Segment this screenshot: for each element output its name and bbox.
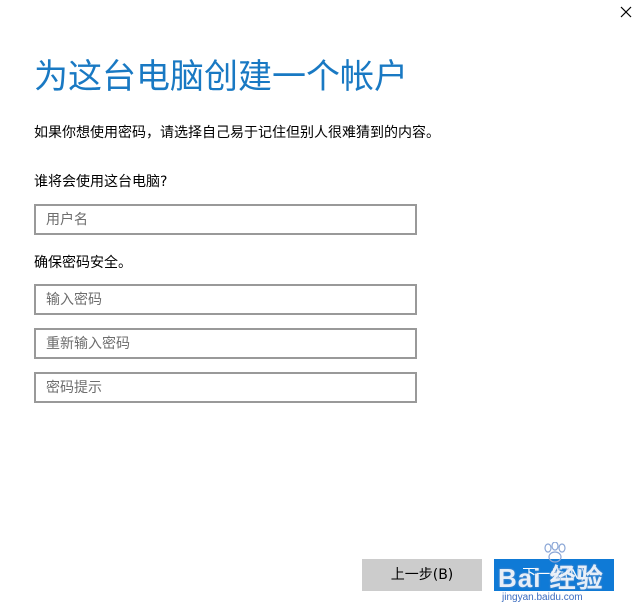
close-button[interactable] [615,2,637,22]
page-description: 如果你想使用密码，请选择自己易于记住但别人很难猜到的内容。 [34,125,440,141]
close-icon [620,6,632,18]
who-uses-label: 谁将会使用这台电脑? [34,174,168,190]
password-security-label: 确保密码安全。 [34,255,132,271]
page-title: 为这台电脑创建一个帐户 [34,57,408,97]
create-account-dialog: 为这台电脑创建一个帐户 如果你想使用密码，请选择自己易于记住但别人很难猜到的内容… [0,0,641,613]
reenter-password-input[interactable] [34,328,417,359]
next-button[interactable]: 下一步(N) [494,559,614,591]
password-input[interactable] [34,284,417,315]
password-hint-input[interactable] [34,372,417,403]
back-button[interactable]: 上一步(B) [362,559,482,591]
username-input[interactable] [34,204,417,235]
watermark-url: jingyan.baidu.com [502,592,583,603]
